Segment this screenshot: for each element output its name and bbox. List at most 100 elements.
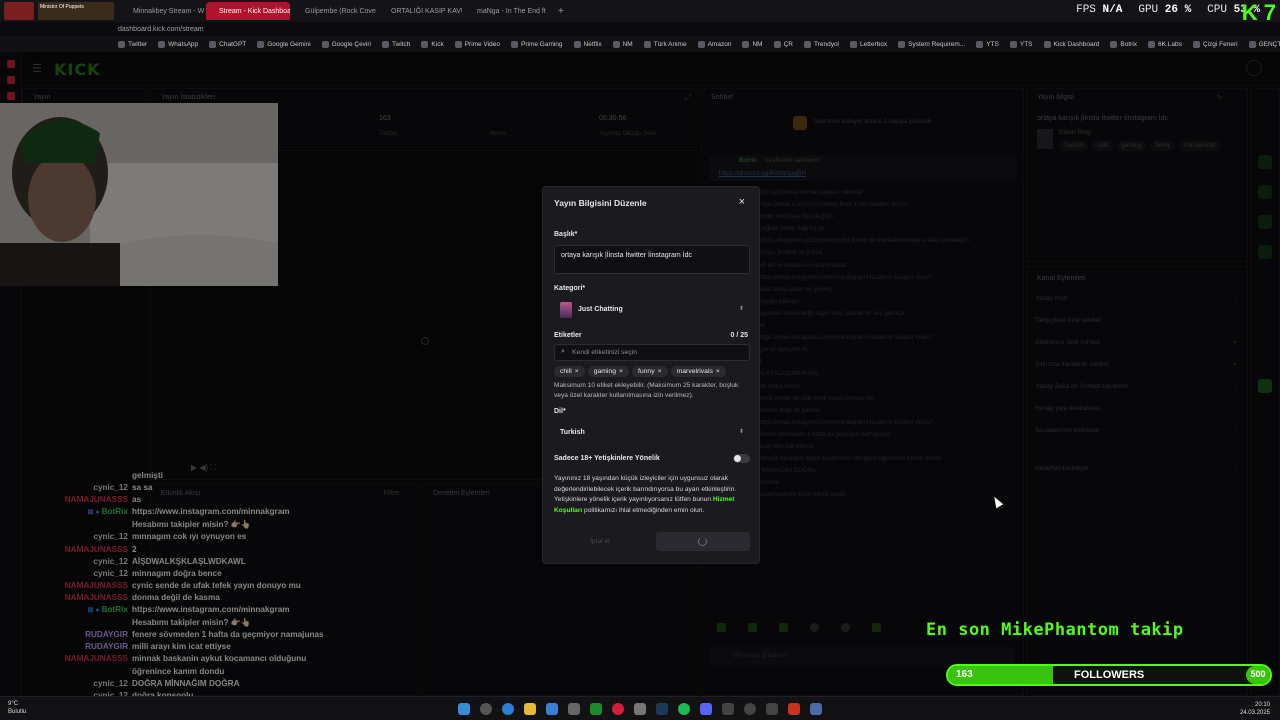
bookmark-item[interactable]: Twitch [382, 40, 411, 48]
steam-icon[interactable] [656, 703, 668, 715]
bookmark-item[interactable]: GENÇTÇCT [1248, 40, 1280, 48]
title-input[interactable]: ortaya karışık |İinsta İtwitter İinstagr… [554, 245, 750, 274]
bookmark-label: Netflix [583, 40, 602, 48]
bookmark-label: WhatsApp [168, 40, 199, 48]
selected-tags: chill × gaming × funny × marvelrivals × [554, 366, 750, 377]
bookmark-item[interactable]: Twitter [118, 40, 148, 48]
bookmark-icon [1110, 40, 1118, 48]
browser-tab[interactable]: Minnakbey Stream - Watc [120, 2, 204, 20]
bookmark-item[interactable]: NM [742, 40, 763, 48]
bookmark-label: NM [752, 40, 763, 48]
discord-icon[interactable] [700, 703, 712, 715]
category-select[interactable]: Just Chatting ⬍ [554, 299, 750, 321]
bookmark-item[interactable]: Google Gemini [257, 40, 311, 48]
bookmark-item[interactable]: NM [612, 40, 633, 48]
followers-current: 163 [956, 669, 973, 680]
tag-chip-label: marvelrivals [676, 368, 713, 375]
close-icon[interactable]: × [739, 196, 745, 208]
bookmark-item[interactable]: Letterbox [850, 40, 887, 48]
remove-tag-icon[interactable]: × [619, 368, 623, 375]
weather-widget[interactable]: 9°C Bulutlu [8, 700, 26, 716]
app-icon[interactable] [766, 703, 778, 715]
bookmark-icon [898, 40, 906, 48]
bookmark-icon [382, 40, 389, 48]
windows-start-icon[interactable] [458, 703, 470, 715]
language-select[interactable]: Turkish ⬍ [554, 423, 750, 443]
bookmark-item[interactable]: WhatsApp [158, 40, 199, 48]
bookmark-item[interactable]: YTS [976, 40, 999, 48]
bookmark-item[interactable]: YTS [1009, 40, 1033, 48]
bookmark-icon [1248, 40, 1256, 48]
tag-search-input[interactable]: ⌕ Kendi etiketinizi seçin [554, 344, 750, 361]
xbox-icon[interactable] [590, 703, 602, 715]
app-icon[interactable] [788, 703, 800, 715]
bookmark-icon [773, 40, 781, 48]
bookmark-item[interactable]: Trendyol [803, 40, 840, 48]
bookmark-label: Trendyol [813, 40, 840, 48]
bookmark-label: System Requirem... [908, 40, 966, 48]
bookmark-item[interactable]: System Requirem... [898, 40, 966, 48]
language-label: Dil* [554, 408, 566, 415]
disclaimer-text: Yayınınız 18 yaşından küçük izleyiciler … [554, 475, 737, 503]
opera-gx-icon[interactable] [612, 703, 624, 715]
toggle-knob [734, 455, 741, 462]
followers-label: FOLLOWERS [1074, 669, 1145, 681]
bookmark-icon [697, 40, 705, 48]
bookmark-item[interactable]: Kick [421, 40, 444, 48]
bookmark-label: Twitter [128, 40, 148, 48]
chevron-updown-icon: ⬍ [738, 306, 744, 312]
tag-chip: funny × [631, 366, 668, 377]
bookmark-item[interactable]: Prime Gaming [511, 40, 563, 48]
bookmark-icon [1148, 40, 1156, 48]
bookmark-item[interactable]: Google Çeviri [321, 40, 371, 48]
store-icon[interactable] [546, 703, 558, 715]
bookmark-item[interactable]: ÇR [773, 40, 793, 48]
clock[interactable]: 20:10 24.03.2025 [1240, 701, 1270, 717]
category-thumbnail [560, 302, 572, 318]
address-bar[interactable]: dashboard.kick.com/stream [118, 22, 1280, 36]
bookmark-label: Türk Anime [653, 40, 687, 48]
bookmark-item[interactable]: Prime Video [454, 40, 500, 48]
obs-icon[interactable] [744, 703, 756, 715]
weather-label: Bulutlu [8, 709, 27, 715]
browser-tab[interactable]: Gülpembe (Rock Cover) - [292, 2, 376, 20]
bookmark-item[interactable]: 6K Labs [1148, 40, 1182, 48]
bookmark-item[interactable]: Amazon [697, 40, 731, 48]
bookmark-item[interactable]: Kick Dashboard [1043, 40, 1099, 48]
app-icon[interactable] [568, 703, 580, 715]
tag-chip-label: funny [637, 368, 655, 375]
browser-tab[interactable]: maNga - In The End ft @ [464, 2, 548, 20]
bookmark-item[interactable]: Çizgi Feneri [1192, 40, 1238, 48]
tag-chip-label: gaming [593, 368, 616, 375]
remove-tag-icon[interactable]: × [575, 368, 579, 375]
bookmark-item[interactable]: ChatGPT [209, 40, 246, 48]
bookmark-label: Twitch [392, 40, 411, 48]
new-tab-button[interactable]: + [550, 2, 572, 20]
bookmark-label: ÇR [783, 40, 793, 48]
app-icon[interactable] [722, 703, 734, 715]
fps-stat: FPS N/A [1076, 4, 1123, 16]
file-explorer-icon[interactable] [524, 703, 536, 715]
bookmark-item[interactable]: Türk Anime [643, 40, 687, 48]
app-icon[interactable] [810, 703, 822, 715]
mini-player-thumbnail[interactable] [4, 2, 34, 20]
adult-toggle[interactable] [733, 454, 750, 463]
remove-tag-icon[interactable]: × [716, 368, 720, 375]
bookmark-item[interactable]: Botrix [1110, 40, 1137, 48]
category-value: Just Chatting [578, 306, 623, 313]
bookmark-item[interactable]: Netflix [573, 40, 602, 48]
save-button[interactable] [656, 532, 750, 551]
tag-search-placeholder: Kendi etiketinizi seçin [572, 349, 637, 356]
app-icon[interactable] [634, 703, 646, 715]
bookmark-icon [421, 40, 429, 48]
browser-tab[interactable]: ORTALIĞI KASIP KAVURA [378, 2, 462, 20]
edge-icon[interactable] [502, 703, 514, 715]
spotify-icon[interactable] [678, 703, 690, 715]
browser-tab[interactable]: Stream - Kick Dashboard [206, 2, 290, 20]
tag-chip: chill × [554, 366, 585, 377]
search-icon[interactable] [480, 703, 492, 715]
mini-player-title[interactable]: Ministor Of Puppets [38, 2, 114, 20]
cancel-button[interactable]: İptal et [554, 532, 646, 551]
adult-disclaimer: Yayınınız 18 yaşından küçük izleyiciler … [554, 474, 750, 516]
remove-tag-icon[interactable]: × [658, 368, 662, 375]
